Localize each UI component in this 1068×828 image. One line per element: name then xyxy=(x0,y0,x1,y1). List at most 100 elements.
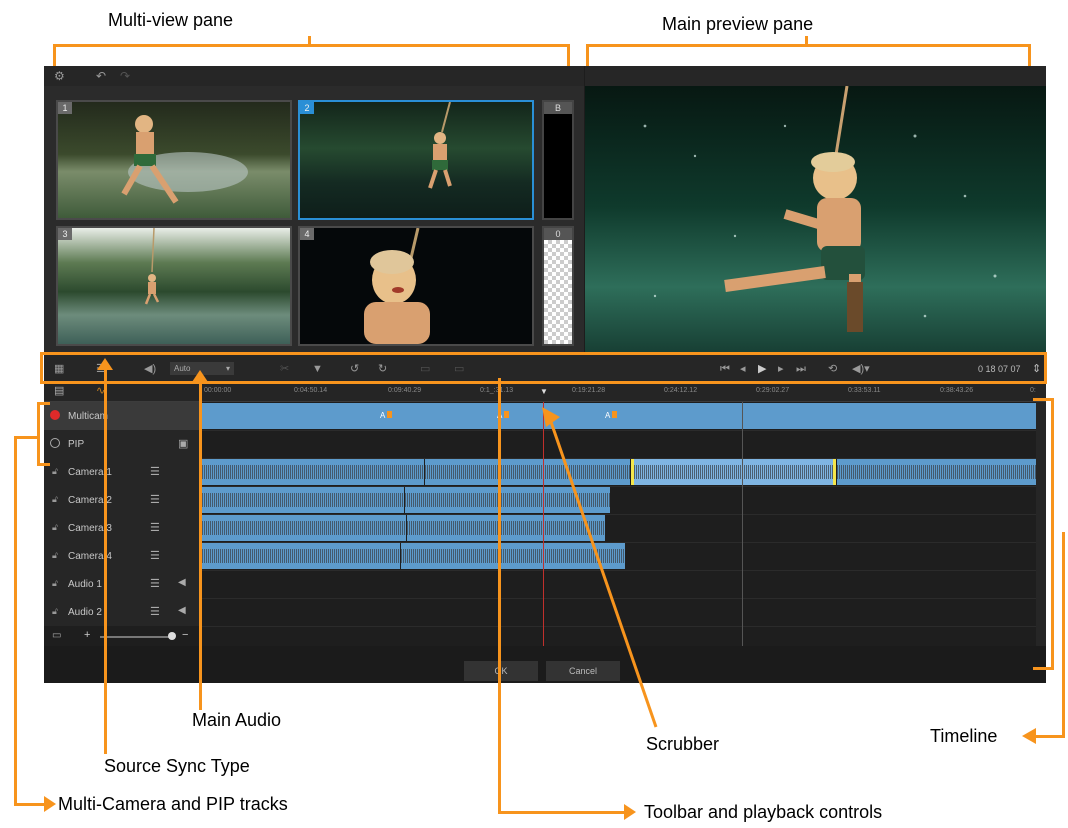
ruler-tick: 0:09:40.29 xyxy=(388,387,422,394)
zoom-slider-handle[interactable] xyxy=(168,632,176,640)
sync-icon[interactable]: ☰ xyxy=(150,577,160,590)
label-source-sync-type: Source Sync Type xyxy=(104,756,250,776)
ruler-tick: 0:1_:31.13 xyxy=(480,387,514,394)
waveform xyxy=(202,465,424,479)
track-header-camera-2[interactable]: 🔓︎ Camera 2 ☰ xyxy=(44,486,202,515)
zoom-slider[interactable] xyxy=(100,636,172,638)
lock-icon[interactable]: 🔓︎ xyxy=(52,494,60,504)
audio-clip[interactable] xyxy=(837,459,1037,485)
track-manager-icon[interactable]: ▤ xyxy=(54,384,64,397)
label-main-preview-pane: Main preview pane xyxy=(662,14,814,34)
record-pip-icon[interactable] xyxy=(50,438,60,448)
connector-line xyxy=(1036,735,1065,738)
angle-marker-flag xyxy=(387,411,392,418)
tile-1-scene-image xyxy=(121,115,248,204)
ruler-tick: 0:19:21.28 xyxy=(572,387,606,394)
angle-marker[interactable]: A xyxy=(380,411,385,420)
timeline-guide-line xyxy=(742,402,743,646)
zoom-controls: ▭ + − xyxy=(44,626,202,647)
track-header-pip[interactable]: PIP ▣ xyxy=(44,430,202,459)
fit-timeline-icon[interactable]: ▭ xyxy=(52,630,61,641)
settings-gear-icon[interactable]: ⚙ xyxy=(54,69,65,83)
pip-options-icon[interactable]: ▣ xyxy=(178,437,188,450)
audio-clip[interactable] xyxy=(202,515,407,541)
undo-icon[interactable]: ↶ xyxy=(96,69,106,83)
label-main-audio: Main Audio xyxy=(192,710,282,730)
lock-icon[interactable]: 🔓︎ xyxy=(52,606,60,616)
slot-0-label: 0 xyxy=(544,228,572,240)
background-slot-0[interactable]: 0 xyxy=(542,226,574,346)
ruler-tick: 0:38:43.26 xyxy=(940,387,974,394)
zoom-in-icon[interactable]: + xyxy=(84,629,90,641)
main-preview-pane xyxy=(585,86,1046,354)
lock-icon[interactable]: 🔓︎ xyxy=(52,578,60,588)
ok-button[interactable]: OK xyxy=(464,661,538,681)
speaker-icon[interactable]: ◀ xyxy=(178,577,186,588)
preview-topbar xyxy=(585,66,1046,86)
sync-icon[interactable]: ☰ xyxy=(150,549,160,562)
sync-icon[interactable]: ☰ xyxy=(150,493,160,506)
waveform xyxy=(202,521,406,535)
camera-tile-4[interactable]: 4 xyxy=(298,226,534,346)
zoom-out-icon[interactable]: − xyxy=(182,629,188,641)
ruler-tick: 0: xyxy=(1030,387,1036,394)
connector-line xyxy=(498,378,501,814)
ruler-tick: 0:29:02.27 xyxy=(756,387,790,394)
preview-scene-image xyxy=(585,86,1046,354)
track-header-camera-1[interactable]: 🔓︎ Camera 1 ☰ xyxy=(44,458,202,487)
arrow-head-icon xyxy=(97,358,113,370)
arrow-head-icon xyxy=(1022,728,1036,744)
track-header-multicam[interactable]: Multicam xyxy=(44,402,202,431)
tile-2-scene-image xyxy=(428,102,452,189)
track-header-camera-3[interactable]: 🔓︎ Camera 3 ☰ xyxy=(44,514,202,543)
sync-icon[interactable]: ☰ xyxy=(150,605,160,618)
arrow-head-icon xyxy=(624,804,636,820)
track-name: PIP xyxy=(68,439,85,450)
lock-icon[interactable]: 🔓︎ xyxy=(52,522,60,532)
audio-clip[interactable] xyxy=(202,543,401,569)
camera-tile-1[interactable]: 1 xyxy=(56,100,292,220)
angle-marker-flag xyxy=(504,411,509,418)
audio-clip[interactable] xyxy=(202,459,425,485)
sync-icon[interactable]: ☰ xyxy=(150,465,160,478)
track-header-audio-2[interactable]: 🔓︎ Audio 2 ☰ ◀ xyxy=(44,598,202,627)
track-header-audio-1[interactable]: 🔓︎ Audio 1 ☰ ◀ xyxy=(44,570,202,599)
lock-icon[interactable]: 🔓︎ xyxy=(52,466,60,476)
scrubber-handle[interactable]: ▼ xyxy=(540,387,548,396)
waveform xyxy=(202,549,400,563)
timeline-ruler[interactable]: ▤ ∿ 00:00:00 0:04:50.14 0:09:40.29 0:1_:… xyxy=(44,383,1046,402)
label-timeline: Timeline xyxy=(930,726,998,746)
ruler-tick: 0:33:53.11 xyxy=(848,387,881,394)
track-name: Multicam xyxy=(68,411,109,422)
tile-3-scene-image xyxy=(144,228,160,305)
preview-bracket-tick xyxy=(805,36,808,46)
sync-icon[interactable]: ☰ xyxy=(150,521,160,534)
ruler-tick: 0:04:50.14 xyxy=(294,387,328,394)
audio-clip[interactable] xyxy=(202,487,405,513)
redo-icon[interactable]: ↷ xyxy=(120,69,130,83)
connector-line xyxy=(14,803,48,806)
track-header-camera-4[interactable]: 🔓︎ Camera 4 ☰ xyxy=(44,542,202,571)
arrow-head-icon xyxy=(44,796,56,812)
record-multicam-icon[interactable] xyxy=(50,410,60,420)
camera-tile-3[interactable]: 3 xyxy=(56,226,292,346)
arrow-head-icon xyxy=(192,370,208,382)
camera-tile-2[interactable]: 2 xyxy=(298,100,534,220)
waveform xyxy=(837,465,1036,479)
timeline-bracket xyxy=(1033,398,1054,670)
slot-b-label: B xyxy=(544,102,572,114)
label-toolbar-playback: Toolbar and playback controls xyxy=(644,802,883,822)
connector-line xyxy=(14,436,17,806)
ruler-tick: 0:24:12.12 xyxy=(664,387,698,394)
connector-line xyxy=(1062,532,1065,738)
tracks-highlight-bracket xyxy=(37,402,50,466)
label-multi-view-pane: Multi-view pane xyxy=(108,10,234,30)
speaker-icon[interactable]: ◀ xyxy=(178,605,186,616)
label-scrubber: Scrubber xyxy=(646,734,720,754)
lock-icon[interactable]: 🔓︎ xyxy=(52,550,60,560)
waveform xyxy=(202,493,404,507)
label-multi-camera-pip-tracks: Multi-Camera and PIP tracks xyxy=(58,794,288,814)
background-slot-b[interactable]: B xyxy=(542,100,574,220)
track-name: Audio 2 xyxy=(68,607,102,618)
multi-view-bracket-tick xyxy=(308,36,311,46)
